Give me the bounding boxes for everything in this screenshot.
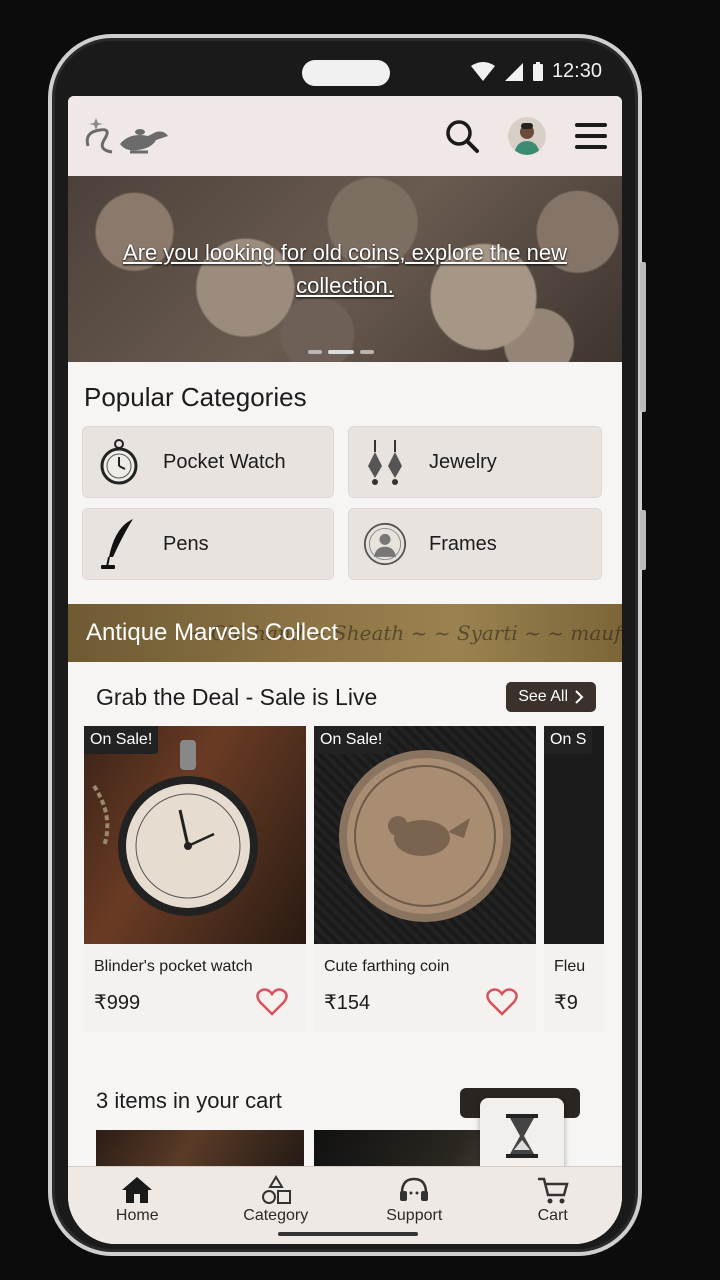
nav-label: Home	[115, 1207, 159, 1224]
pocket-watch-photo	[92, 740, 258, 916]
category-pens[interactable]: Pens	[82, 508, 334, 580]
chevron-right-icon	[575, 690, 584, 704]
app-screen: Are you looking for old coins, explore t…	[68, 96, 622, 1244]
app-header	[68, 96, 622, 176]
category-label: Pens	[163, 532, 209, 555]
nav-home[interactable]: Home	[77, 1175, 197, 1225]
product-name: Cute farthing coin	[324, 958, 450, 975]
product-image: On Sale!	[84, 726, 306, 944]
product-price: ₹9	[554, 992, 578, 1014]
home-indicator[interactable]	[278, 1232, 418, 1236]
product-price: ₹999	[94, 992, 141, 1014]
categories-title: Popular Categories	[84, 382, 307, 412]
avatar[interactable]	[508, 117, 546, 155]
hero-link[interactable]: Are you looking for old coins, explore t…	[85, 236, 605, 302]
status-bar: 12:30	[52, 38, 638, 98]
farthing-coin-photo	[339, 750, 511, 922]
deals-header: Grab the Deal - Sale is Live See All	[96, 682, 596, 712]
loading-overlay	[480, 1098, 564, 1174]
cart-title: 3 items in your cart	[96, 1088, 282, 1113]
nav-label: Cart	[537, 1207, 568, 1224]
battery-icon	[532, 61, 543, 81]
hourglass-icon	[506, 1114, 538, 1158]
phone-frame: 12:30 Are you looking for old coins, exp…	[48, 34, 642, 1256]
status-time: 12:30	[551, 60, 602, 82]
sale-badge: On S	[544, 726, 593, 754]
product-price: ₹154	[324, 992, 371, 1014]
category-pocket-watch[interactable]: Pocket Watch	[82, 426, 334, 498]
wifi-icon	[470, 61, 495, 81]
status-icons: 12:30	[470, 60, 602, 83]
carousel-dot-active[interactable]	[328, 350, 354, 354]
product-card[interactable]: On Sale! Blinder's pocket watch ₹999	[84, 726, 306, 1032]
category-label: Jewelry	[429, 450, 497, 473]
nav-support[interactable]: Support	[354, 1175, 474, 1225]
category-label: Frames	[429, 532, 497, 555]
heart-icon[interactable]	[256, 988, 288, 1016]
product-image: On Sale!	[314, 726, 536, 944]
carousel-dots	[308, 350, 374, 354]
product-card[interactable]: On Sale! Cute farthing coin ₹154	[314, 726, 536, 1032]
banner-title: Antique Marvels Collect	[86, 619, 339, 646]
headset-icon	[400, 1177, 429, 1201]
home-icon	[122, 1177, 153, 1203]
product-image: On S	[544, 726, 604, 944]
category-label: Pocket Watch	[163, 450, 286, 473]
power-button	[640, 510, 646, 570]
bottom-navigation: Home Category Support Cart	[68, 1166, 622, 1244]
quill-pen-icon	[101, 519, 133, 569]
deals-carousel[interactable]: On Sale! Blinder's pocket watch ₹999 On …	[84, 726, 622, 1036]
nav-cart[interactable]: Cart	[493, 1175, 613, 1225]
volume-button	[640, 262, 646, 412]
hero-carousel[interactable]: Are you looking for old coins, explore t…	[68, 176, 622, 362]
menu-icon[interactable]	[574, 121, 608, 151]
category-icon	[261, 1175, 291, 1204]
product-card[interactable]: On S Fleu ₹9	[544, 726, 604, 1032]
sale-badge: On Sale!	[314, 726, 389, 754]
portrait-frame-icon	[363, 522, 407, 566]
categories-grid: Pocket Watch Jewelry Pens Frames	[82, 426, 606, 580]
deals-title: Grab the Deal - Sale is Live	[96, 683, 378, 710]
category-frames[interactable]: Frames	[348, 508, 602, 580]
collection-banner[interactable]: ~ Old hand ~ Sheath ~ ~ Syarti ~ ~ mauf …	[68, 604, 622, 662]
earrings-icon	[368, 440, 402, 485]
cart-icon	[537, 1177, 569, 1204]
see-all-label: See All	[518, 688, 568, 705]
product-name: Blinder's pocket watch	[94, 958, 253, 975]
search-icon[interactable]	[444, 118, 480, 154]
genie-lamp-logo[interactable]	[82, 110, 176, 162]
camera-notch	[302, 60, 390, 86]
carousel-dot[interactable]	[360, 350, 374, 354]
category-jewelry[interactable]: Jewelry	[348, 426, 602, 498]
see-all-button[interactable]: See All	[506, 682, 596, 712]
pocket-watch-icon	[100, 439, 138, 485]
nav-label: Category	[243, 1207, 309, 1224]
heart-icon[interactable]	[486, 988, 518, 1016]
product-name: Fleu	[554, 958, 586, 975]
nav-label: Support	[386, 1207, 443, 1224]
carousel-dot[interactable]	[308, 350, 322, 354]
nav-category[interactable]: Category	[216, 1175, 336, 1225]
signal-icon	[504, 62, 523, 81]
sale-badge: On Sale!	[84, 726, 159, 754]
user-avatar-icon	[514, 123, 540, 155]
